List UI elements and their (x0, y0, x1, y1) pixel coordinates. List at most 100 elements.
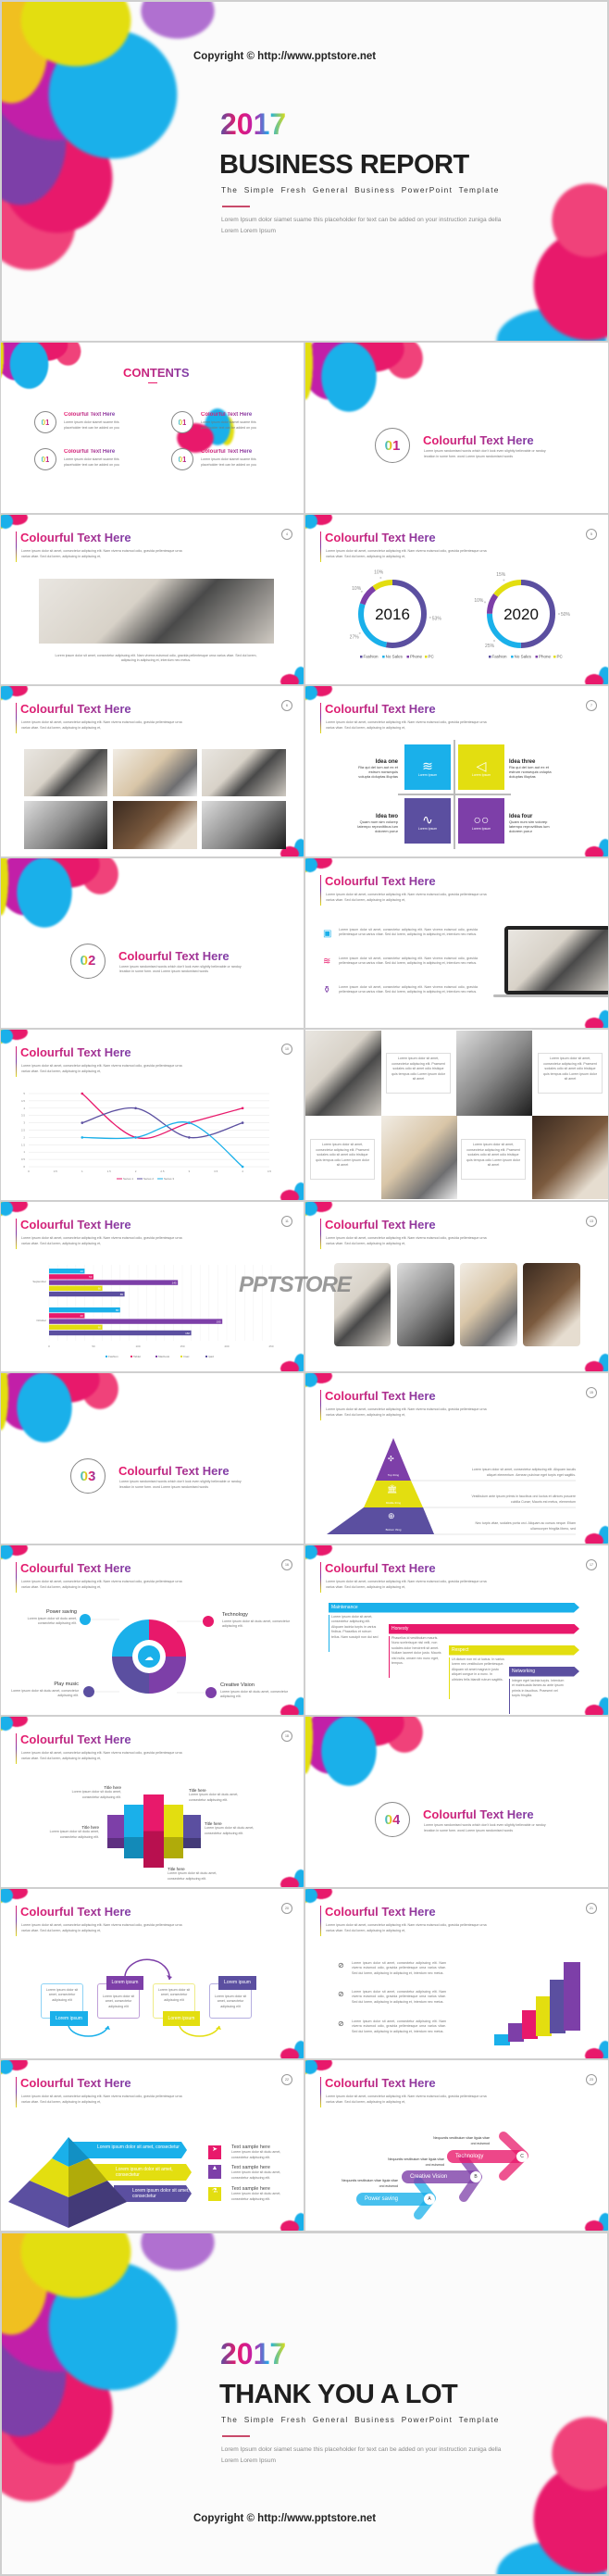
data-point (81, 1121, 84, 1124)
slide-four-photos[interactable]: Colourful Text Here Lorem ipsum dolor si… (305, 1201, 608, 1371)
slide-process[interactable]: Colourful Text Here Lorem ipsum dolor si… (1, 1888, 304, 2058)
slide-closing[interactable]: 2017 THANK YOU A LOT The Simple Fresh Ge… (2, 2233, 607, 2574)
label-dot (558, 612, 560, 615)
photo (24, 801, 107, 849)
slice-label: 25% (485, 643, 495, 648)
slide-arrow-steps[interactable]: Colourful Text Here Lorem ipsum dolor si… (305, 1544, 608, 1715)
slide-3d-pyramid[interactable]: Colourful Text Here Lorem ipsum dolor si… (1, 2060, 304, 2231)
x-tick-label: 2 (135, 1169, 137, 1173)
bank-icon: 🏛 (387, 1484, 398, 1494)
photo (24, 749, 107, 796)
legend-label: Phone (539, 654, 552, 658)
check-circle-icon: ⊘ (338, 1960, 344, 1970)
axis-horizontal (398, 794, 511, 795)
item-desc: Lorem ipsum dolor siamet suame this plac… (201, 457, 256, 467)
page-number: 17 (586, 1558, 597, 1570)
bar-value-label: 145 (172, 1281, 177, 1284)
slide-laptop-list[interactable]: Colourful Text Here Lorem ipsum dolor si… (305, 857, 608, 1028)
slide-image[interactable]: Colourful Text Here Lorem ipsum dolor si… (1, 514, 304, 684)
contents-title: CONTENTS (123, 366, 190, 380)
slide-step-arrows[interactable]: Colourful Text Here Lorem ipsum dolor si… (305, 2060, 608, 2231)
step-text: Phasellus id vestibulum mauris. Nunc sce… (389, 1635, 444, 1678)
legend-label: Phone (410, 654, 423, 658)
section-number-badge: 04 (375, 1802, 410, 1837)
y-tick-label: 1.5 (21, 1143, 26, 1146)
x-tick-label: 1 (81, 1169, 83, 1173)
slide-line-chart[interactable]: Colourful Text Here Lorem ipsum dolor si… (1, 1030, 304, 1200)
slide-title: Colourful Text Here (325, 1217, 436, 1232)
label-dot (358, 631, 361, 634)
list-text: Lorem ipsum dolor sit amet, consectetur … (339, 927, 478, 937)
section-desc: Lorem ipsum randomised words which don't… (424, 449, 546, 458)
subtitle: The Simple Fresh General Business PowerP… (221, 2415, 500, 2424)
slide-pyramid[interactable]: Colourful Text Here Lorem ipsum dolor si… (305, 1373, 608, 1544)
idea-text: Ria qui del ium aut ex et estrum nonsequ… (509, 765, 552, 779)
paint-splash (585, 1352, 608, 1371)
subtitle: The Simple Fresh General Business PowerP… (221, 185, 500, 194)
legend-label: Series 1 (123, 1177, 133, 1181)
slide-cover[interactable]: Copyright © http://www.pptstore.net 2017… (2, 2, 607, 341)
cycle-label: Technology (222, 1611, 248, 1618)
section-number-badge: 02 (70, 943, 106, 979)
data-point (81, 1136, 84, 1139)
photo (113, 801, 197, 849)
x-tick-label: 200 (224, 1344, 229, 1348)
item-label: Colourful Text Here (201, 412, 253, 418)
step-technology: Technology (447, 2150, 525, 2163)
flask-icon: ⚗ (208, 2187, 221, 2201)
process-label: Lorem ipsum (218, 1975, 256, 1990)
slide-section-01[interactable]: 01 Colourful Text Here Lorem ipsum randomi… (305, 343, 608, 513)
legend-label: Macbook (158, 1355, 170, 1358)
slice-label: 27% (350, 634, 360, 640)
slide-photo-grid[interactable]: Colourful Text Here Lorem ipsum dolor si… (1, 686, 304, 857)
process-label: Lorem ipsum (50, 2010, 88, 2026)
tile-caption: Lorem Ipsum (471, 826, 491, 831)
slide-3d-blocks[interactable]: Colourful Text Here Lorem ipsum dolor si… (1, 1717, 304, 1887)
year-title: 2017 (220, 107, 287, 141)
slide-section-04[interactable]: 04 Colourful Text Here Lorem ipsum randomi… (305, 1717, 608, 1887)
section-number: 01 (384, 437, 401, 454)
slide-section-03[interactable]: 03 Colourful Text Here Lorem ipsum randomi… (1, 1373, 304, 1544)
y-tick-label: 0.5 (21, 1157, 26, 1161)
block-label: Title here Lorem ipsum dolor sit dudu ame… (38, 1825, 99, 1840)
section-number: 04 (384, 1811, 401, 1828)
label-dot (379, 576, 382, 579)
sample-text: Lorem ipsum dolor sit dudu amet, consect… (231, 2150, 281, 2159)
year-title: 2017 (220, 2337, 287, 2370)
step-desc: Nequuntis vestibulum vitae ligula vitae … (433, 2136, 490, 2145)
slide-donut-charts[interactable]: Colourful Text Here Lorem ipsum dolor si… (305, 514, 608, 684)
slide-contents[interactable]: CONTENTS 01 Colourful Text Here Lorem ip… (1, 343, 304, 513)
x-tick-label: 0.5 (54, 1169, 58, 1173)
item-label: Colourful Text Here (64, 449, 116, 455)
slide-photo-text-grid[interactable]: Lorem ipsum dolor sit amet, consectetur … (305, 1030, 608, 1200)
paint-splash (280, 665, 304, 684)
slide-title: Colourful Text Here (325, 702, 436, 716)
cycle-label: Creative Vision (220, 1682, 255, 1688)
slide-growth-bars[interactable]: Colourful Text Here Lorem ipsum dolor si… (305, 1888, 608, 2058)
step-power-saving: Power saving (356, 2193, 432, 2206)
photo (456, 1031, 532, 1116)
bar (49, 1307, 120, 1312)
slice-label: 53% (432, 616, 442, 621)
slide-section-02[interactable]: 02 Colourful Text Here Lorem ipsum randomi… (1, 857, 304, 1028)
x-tick-label: 4.5 (267, 1169, 272, 1173)
slide-description: Lorem ipsum dolor sit amet, consectetur … (326, 1922, 487, 1932)
y-tick-label: 2.5 (21, 1129, 26, 1132)
sample-text: Lorem ipsum dolor sit dudu amet, consect… (231, 2192, 281, 2201)
bar-value-label: 85 (120, 1292, 124, 1295)
bar-value-label: 50 (89, 1275, 93, 1279)
accent-bar (320, 874, 322, 906)
paper-plane-icon: ➤ (208, 2145, 221, 2159)
idea-one: Idea one Ria qui del ium aut ex et estrum… (356, 759, 398, 779)
x-tick-label: 100 (135, 1344, 140, 1348)
photo (202, 801, 286, 849)
slide-ideas[interactable]: Colourful Text Here Lorem ipsum dolor si… (305, 686, 608, 857)
step-text: Lorem ipsum dolor sit amet, consectetur … (329, 1614, 380, 1652)
legend-label: No Sales (386, 654, 404, 658)
point-text: Lorem ipsum dolor sit amet, consectetur … (352, 1960, 446, 1975)
item-number: 01 (41, 418, 50, 427)
step-letter: A (424, 2194, 435, 2205)
section-number-badge: 01 (375, 428, 410, 463)
block-text: Lorem ipsum dolor sit dudu amet, consect… (71, 1790, 121, 1799)
slide-cycle[interactable]: Colourful Text Here Lorem ipsum dolor si… (1, 1544, 304, 1715)
